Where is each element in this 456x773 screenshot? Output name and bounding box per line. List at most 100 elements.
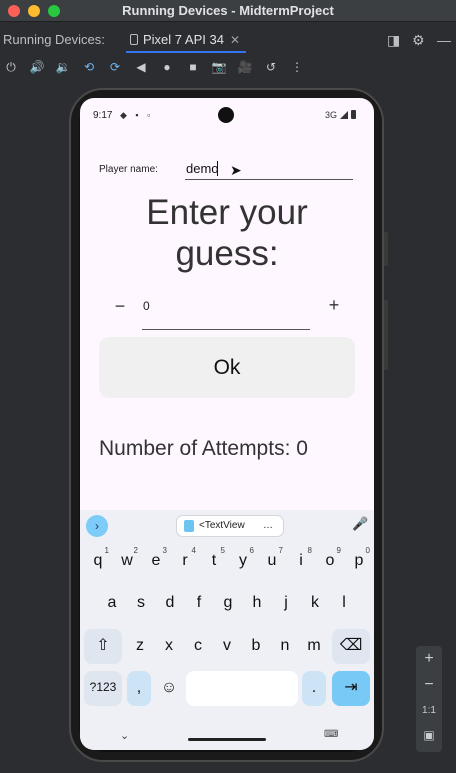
key-x[interactable]: x xyxy=(155,629,183,664)
symbols-key[interactable]: ?123 xyxy=(84,671,122,706)
zoom-out-button[interactable]: − xyxy=(416,676,442,694)
key-j[interactable]: j xyxy=(272,586,300,621)
period-key[interactable]: . xyxy=(302,671,326,706)
clipboard-more: … xyxy=(263,520,273,531)
key-number-hint: 5 xyxy=(220,546,225,555)
key-t[interactable]: t5 xyxy=(200,544,228,579)
key-a[interactable]: a xyxy=(98,586,126,621)
key-number-hint: 4 xyxy=(191,546,196,555)
running-devices-header: Running Devices: Pixel 7 API 34 ✕ ◨ ⚙ — xyxy=(0,28,456,53)
fit-screen-icon[interactable]: ▣ xyxy=(416,728,442,742)
battery-icon xyxy=(351,110,356,119)
keyboard-suggestion-bar: › <TextView… 🎤 xyxy=(80,510,374,540)
key-o[interactable]: o9 xyxy=(316,544,344,579)
device-toolbar: ⏻ 🔊 🔉 ⟲ ⟳ ◀ ● ■ 📷 🎥 ↺ ⋮ xyxy=(0,56,456,78)
volume-down-icon[interactable]: 🔉 xyxy=(54,58,72,76)
comma-key[interactable]: , xyxy=(127,671,151,706)
key-label: e xyxy=(151,552,161,569)
decrement-button[interactable]: − xyxy=(112,296,128,317)
clipboard-icon xyxy=(184,520,194,532)
key-i[interactable]: i8 xyxy=(287,544,315,579)
enter-key[interactable]: ⇥ xyxy=(332,671,370,706)
microphone-icon[interactable]: 🎤 xyxy=(352,516,368,532)
emoji-key[interactable]: ☺ xyxy=(156,671,182,706)
key-number-hint: 0 xyxy=(365,546,370,555)
key-p[interactable]: p0 xyxy=(345,544,373,579)
key-q[interactable]: q1 xyxy=(84,544,112,579)
screenshot-icon[interactable]: 📷 xyxy=(210,58,228,76)
key-g[interactable]: g xyxy=(214,586,242,621)
key-number-hint: 2 xyxy=(133,546,138,555)
notification-icons: ◆ ▪ ▫ xyxy=(120,110,154,120)
front-camera xyxy=(218,107,234,123)
space-key[interactable] xyxy=(186,671,298,706)
running-devices-label: Running Devices: xyxy=(3,32,105,47)
key-k[interactable]: k xyxy=(301,586,329,621)
back-icon[interactable]: ◀ xyxy=(132,58,150,76)
attempts-counter: Number of Attempts: 0 xyxy=(99,437,308,460)
keyboard-switch-icon[interactable]: ⌨ xyxy=(324,729,338,740)
active-tab-indicator xyxy=(126,51,247,53)
key-f[interactable]: f xyxy=(185,586,213,621)
key-h[interactable]: h xyxy=(243,586,271,621)
guess-input-underline xyxy=(142,329,310,330)
gear-icon[interactable]: ⚙ xyxy=(412,32,425,49)
guess-input[interactable]: 0 xyxy=(143,299,150,313)
key-label: r xyxy=(182,552,188,569)
hide-keyboard-icon[interactable]: ⌄ xyxy=(120,729,129,742)
key-label: u xyxy=(267,552,277,569)
snapshot-icon[interactable]: ↺ xyxy=(262,58,280,76)
increment-button[interactable]: + xyxy=(326,295,342,316)
close-tab-icon[interactable]: ✕ xyxy=(230,33,240,47)
key-label: y xyxy=(239,552,247,569)
zoom-panel: + − 1:1 ▣ xyxy=(416,646,442,752)
volume-up-icon[interactable]: 🔊 xyxy=(28,58,46,76)
zoom-in-button[interactable]: + xyxy=(416,650,442,668)
screen-record-icon[interactable]: 🎥 xyxy=(236,58,254,76)
key-v[interactable]: v xyxy=(213,629,241,664)
key-label: q xyxy=(93,552,103,569)
key-b[interactable]: b xyxy=(242,629,270,664)
key-z[interactable]: z xyxy=(126,629,154,664)
minimize-panel-icon[interactable]: — xyxy=(437,32,451,48)
key-label: p xyxy=(354,552,364,569)
key-n[interactable]: n xyxy=(271,629,299,664)
actual-size-button[interactable]: 1:1 xyxy=(416,705,442,716)
key-c[interactable]: c xyxy=(184,629,212,664)
key-number-hint: 9 xyxy=(336,546,341,555)
key-r[interactable]: r4 xyxy=(171,544,199,579)
key-d[interactable]: d xyxy=(156,586,184,621)
backspace-key[interactable]: ⌫ xyxy=(332,629,370,664)
tab-pixel-7[interactable]: Pixel 7 API 34 ✕ xyxy=(126,28,247,53)
title-bar: Running Devices - MidtermProject xyxy=(0,0,456,22)
key-u[interactable]: u7 xyxy=(258,544,286,579)
overview-icon[interactable]: ■ xyxy=(184,58,202,76)
key-l[interactable]: l xyxy=(330,586,358,621)
soft-keyboard: › <TextView… 🎤 q1w2e3r4t5y6u7i8o9p0 asdf… xyxy=(80,510,374,750)
key-w[interactable]: w2 xyxy=(113,544,141,579)
key-label: w xyxy=(121,552,133,569)
key-number-hint: 6 xyxy=(249,546,254,555)
home-gesture-pill[interactable] xyxy=(188,738,266,741)
shift-key[interactable]: ⇧ xyxy=(84,629,122,664)
device-power-button xyxy=(384,232,388,266)
device-screen: 9:17 ◆ ▪ ▫ 3G Player name: ➤ Enter your … xyxy=(80,98,374,750)
device-volume-button xyxy=(384,300,388,370)
home-icon[interactable]: ● xyxy=(158,58,176,76)
player-name-input[interactable] xyxy=(185,158,353,180)
power-icon[interactable]: ⏻ xyxy=(2,58,20,76)
more-options-icon[interactable]: ⋮ xyxy=(288,58,306,76)
key-label: i xyxy=(299,552,303,569)
rotate-right-icon[interactable]: ⟳ xyxy=(106,58,124,76)
key-number-hint: 7 xyxy=(278,546,283,555)
key-label: o xyxy=(325,552,335,569)
key-m[interactable]: m xyxy=(300,629,328,664)
network-type: 3G xyxy=(324,110,337,120)
signal-icon xyxy=(340,111,348,119)
ok-button[interactable]: Ok xyxy=(99,337,355,398)
key-y[interactable]: y6 xyxy=(229,544,257,579)
key-s[interactable]: s xyxy=(127,586,155,621)
rotate-left-icon[interactable]: ⟲ xyxy=(80,58,98,76)
key-e[interactable]: e3 xyxy=(142,544,170,579)
layout-icon[interactable]: ◨ xyxy=(387,32,400,49)
